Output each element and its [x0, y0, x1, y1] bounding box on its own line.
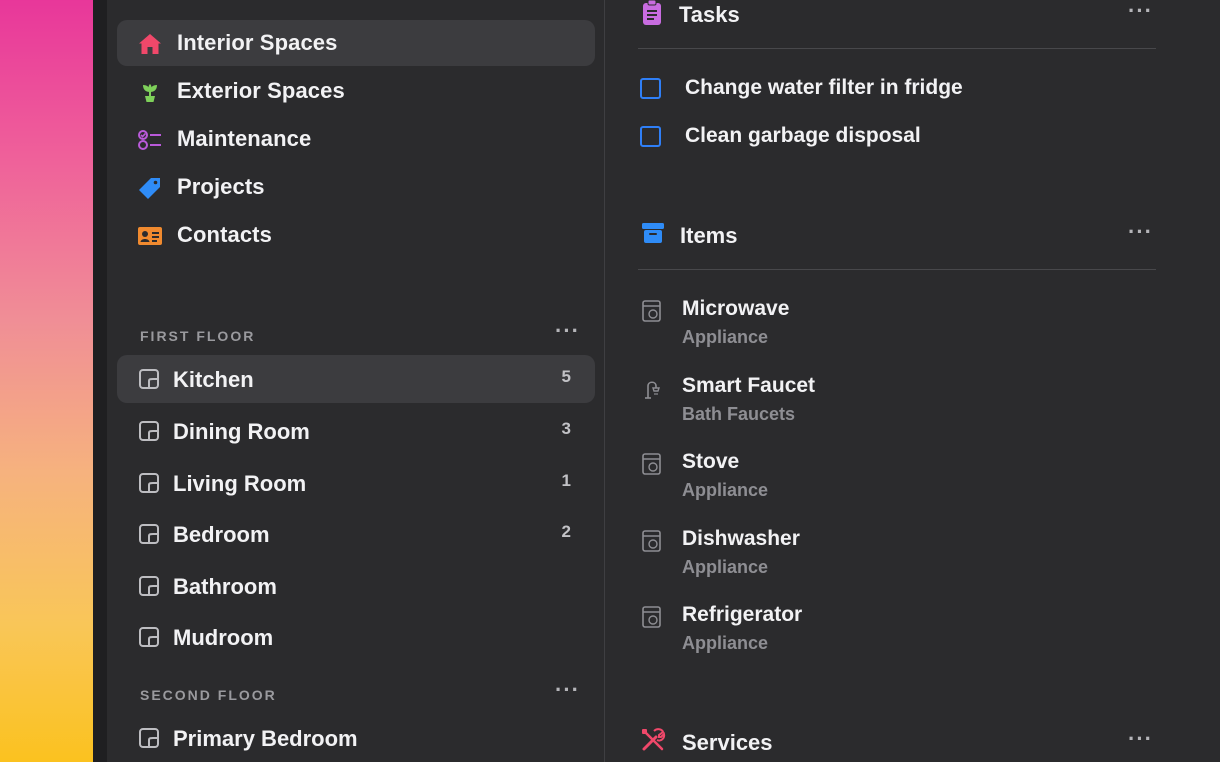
room-count-badge: 2	[561, 522, 571, 541]
appliance-icon	[642, 453, 661, 475]
item-row-dishwasher[interactable]: Dishwasher Appliance	[640, 527, 1160, 591]
sidebar-item-label: Interior Spaces	[177, 30, 338, 55]
sidebar-item-projects[interactable]: Projects	[117, 164, 595, 210]
item-name: Dishwasher	[682, 527, 800, 550]
task-label: Clean garbage disposal	[685, 124, 921, 147]
item-category: Appliance	[682, 480, 769, 500]
room-item-mudroom[interactable]: Mudroom	[117, 613, 595, 661]
clipboard-icon	[643, 0, 661, 25]
item-category: Appliance	[682, 557, 769, 577]
room-label: Bedroom	[173, 522, 270, 547]
tasks-divider	[638, 48, 1156, 49]
section-header-first-floor: FIRST FLOOR	[140, 328, 256, 344]
room-label: Mudroom	[173, 625, 274, 650]
second-floor-more-button[interactable]: ···	[555, 679, 580, 701]
items-section-title: Items	[680, 223, 738, 248]
tools-icon	[642, 728, 666, 751]
item-name: Microwave	[682, 297, 790, 320]
room-item-bathroom[interactable]: Bathroom	[117, 562, 595, 610]
house-icon	[139, 34, 161, 54]
tasks-more-button[interactable]: ···	[1128, 0, 1153, 22]
room-icon	[139, 369, 159, 389]
sidebar-item-exterior-spaces[interactable]: Exterior Spaces	[117, 68, 595, 114]
item-name: Refrigerator	[682, 603, 803, 626]
tasks-section-title: Tasks	[679, 2, 740, 27]
room-label: Bathroom	[173, 574, 277, 599]
item-row-refrigerator[interactable]: Refrigerator Appliance	[640, 603, 1160, 667]
room-label: Living Room	[173, 471, 307, 496]
room-icon	[139, 524, 159, 544]
room-item-kitchen[interactable]: Kitchen 5	[117, 355, 595, 403]
sidebar-item-label: Exterior Spaces	[177, 78, 345, 103]
tag-icon	[139, 178, 160, 199]
services-section-title: Services	[682, 730, 773, 755]
checklist-icon	[138, 130, 161, 150]
item-row-stove[interactable]: Stove Appliance	[640, 450, 1160, 514]
room-item-dining-room[interactable]: Dining Room 3	[117, 407, 595, 455]
item-category: Appliance	[682, 327, 769, 347]
task-label: Change water filter in fridge	[685, 76, 963, 99]
sidebar-item-label: Contacts	[177, 222, 272, 247]
sidebar-item-label: Maintenance	[177, 126, 312, 151]
room-icon	[139, 728, 159, 748]
sidebar-item-interior-spaces[interactable]: Interior Spaces	[117, 20, 595, 66]
room-item-primary-bedroom[interactable]: Primary Bedroom	[117, 714, 595, 762]
room-icon	[139, 473, 159, 493]
item-name: Stove	[682, 450, 740, 473]
room-icon	[139, 421, 159, 441]
sidebar-item-contacts[interactable]: Contacts	[117, 212, 595, 258]
contact-card-icon	[138, 227, 162, 245]
detail-pane: Tasks ··· Change water filter in fridge …	[605, 0, 1220, 762]
task-checkbox[interactable]	[640, 78, 661, 99]
section-header-second-floor: SECOND FLOOR	[140, 687, 277, 703]
item-row-smart-faucet[interactable]: Smart Faucet Bath Faucets	[640, 374, 1160, 438]
sidebar-item-label: Projects	[177, 174, 265, 199]
services-more-button[interactable]: ···	[1128, 728, 1153, 750]
archive-box-icon	[642, 223, 664, 243]
item-name: Smart Faucet	[682, 374, 816, 397]
items-divider	[638, 269, 1156, 270]
room-label: Dining Room	[173, 419, 310, 444]
desktop-wallpaper	[0, 0, 93, 762]
room-label: Primary Bedroom	[173, 726, 358, 751]
appliance-icon	[642, 606, 661, 628]
appliance-icon	[642, 300, 661, 322]
plant-icon	[143, 84, 157, 102]
room-count-badge: 1	[561, 471, 571, 490]
item-category: Bath Faucets	[682, 404, 796, 424]
window-edge	[93, 0, 107, 762]
faucet-icon	[645, 381, 660, 399]
item-category: Appliance	[682, 633, 769, 653]
room-count-badge: 5	[561, 367, 571, 386]
appliance-icon	[642, 530, 661, 552]
room-count-badge: 3	[561, 419, 571, 438]
first-floor-more-button[interactable]: ···	[555, 320, 580, 342]
room-icon	[139, 576, 159, 596]
sidebar: Interior Spaces Exterior Spaces Maintena…	[107, 0, 604, 762]
room-icon	[139, 627, 159, 647]
room-item-bedroom[interactable]: Bedroom 2	[117, 510, 595, 558]
item-row-microwave[interactable]: Microwave Appliance	[640, 297, 1160, 361]
room-item-living-room[interactable]: Living Room 1	[117, 459, 595, 507]
sidebar-item-maintenance[interactable]: Maintenance	[117, 116, 595, 162]
items-more-button[interactable]: ···	[1128, 221, 1153, 243]
room-label: Kitchen	[173, 367, 254, 392]
task-checkbox[interactable]	[640, 126, 661, 147]
